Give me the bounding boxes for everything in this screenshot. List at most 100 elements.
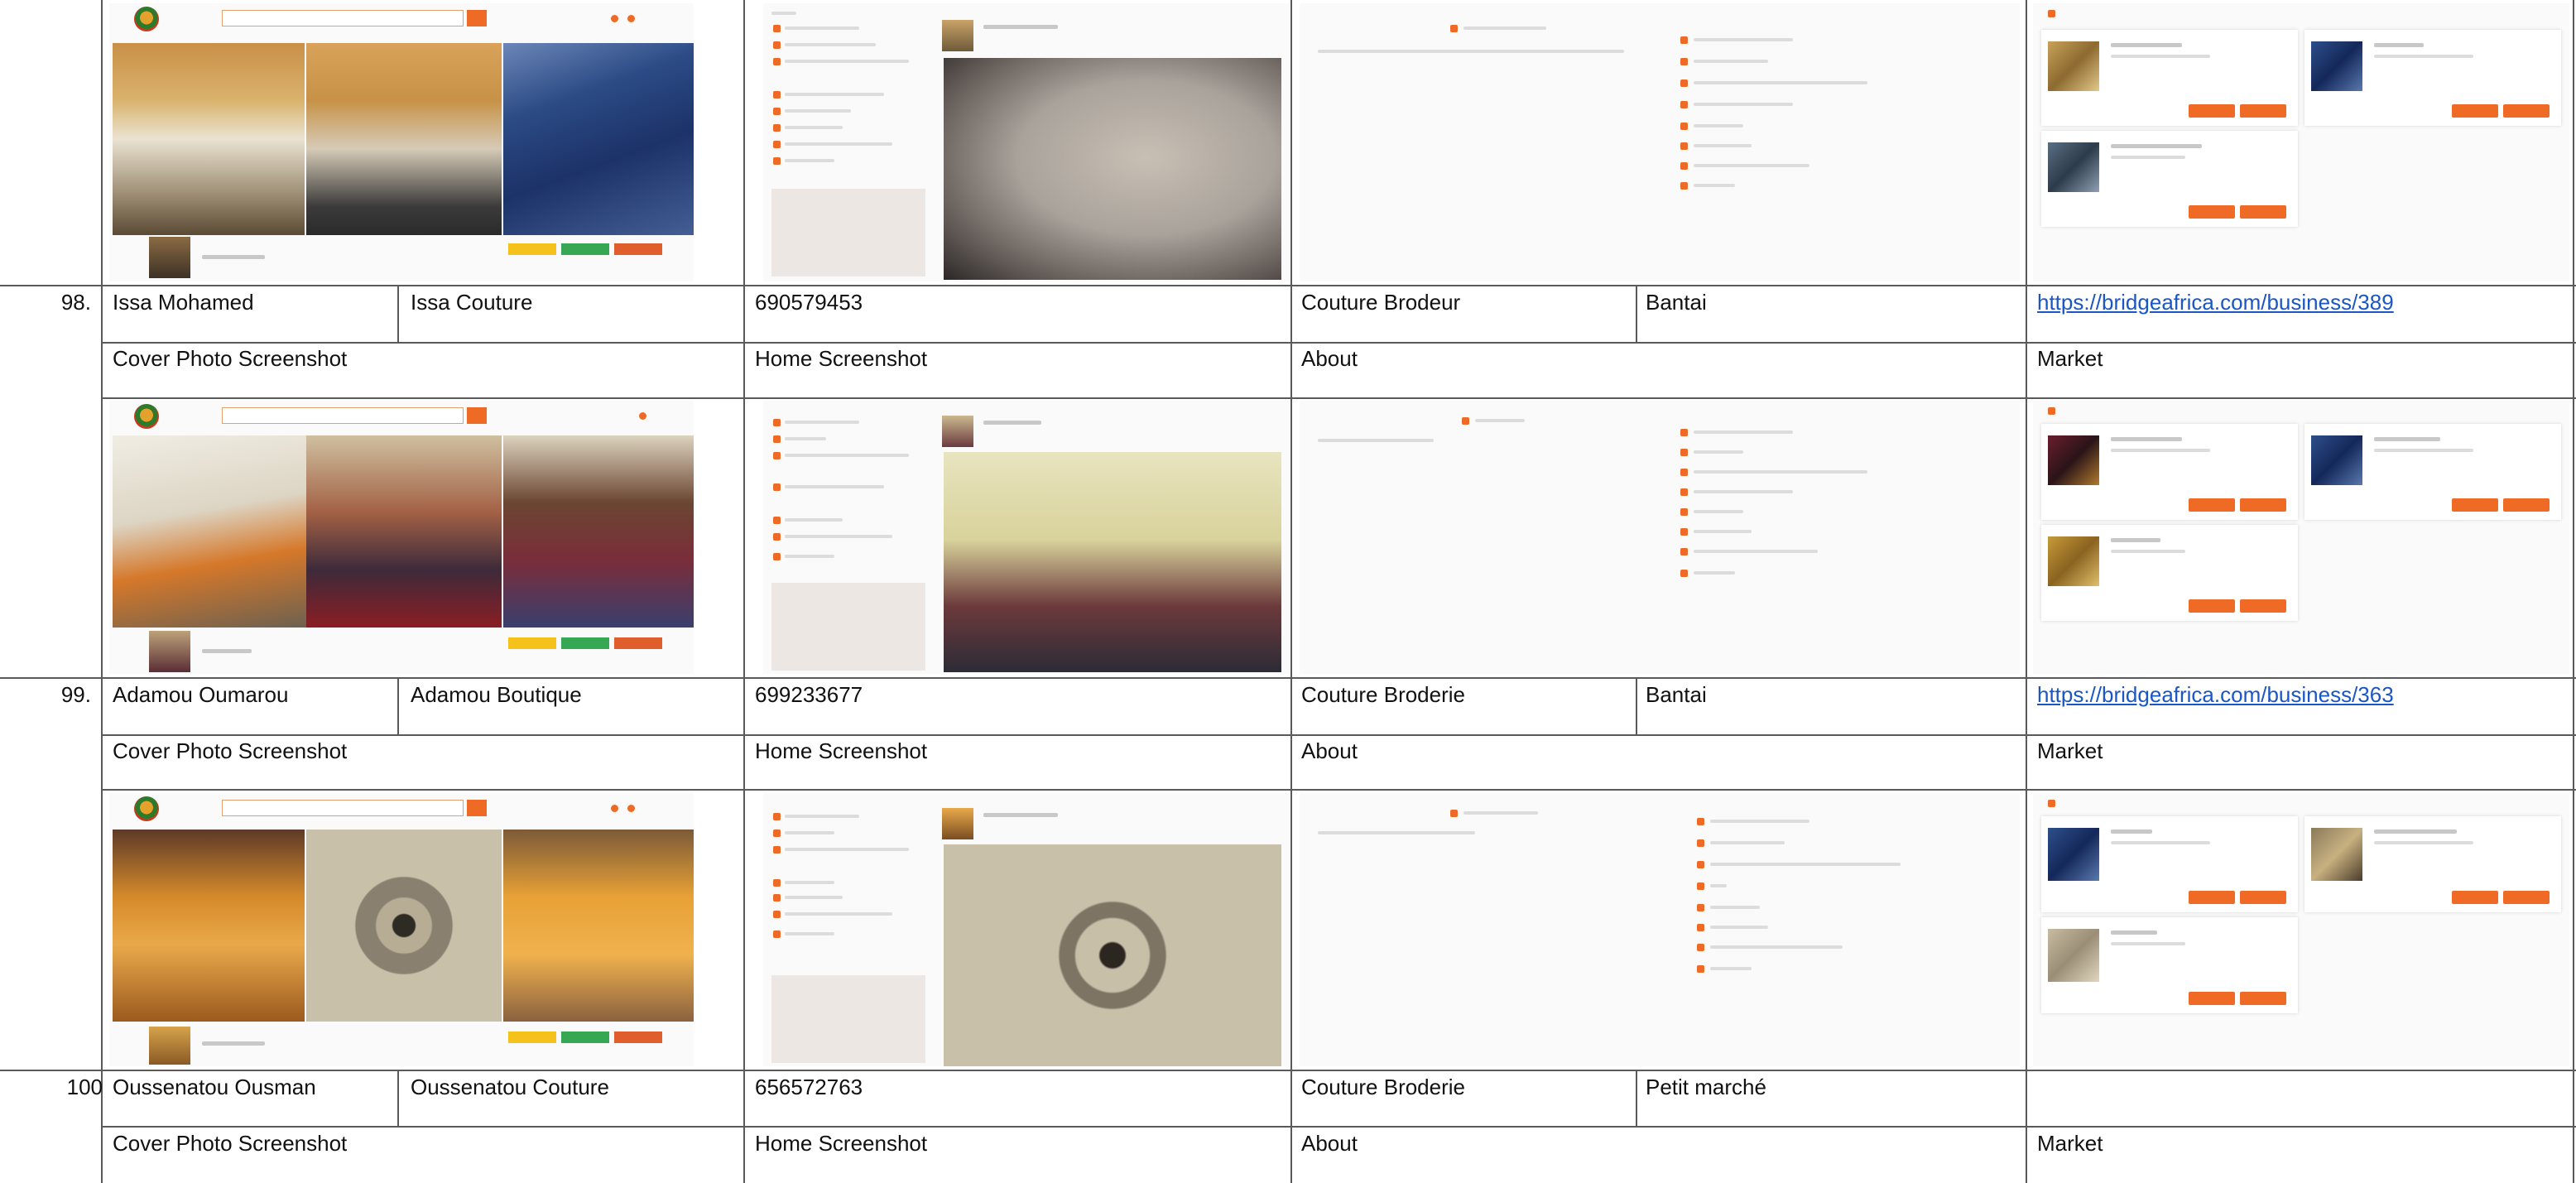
follow-button bbox=[508, 637, 556, 649]
col-divider bbox=[2026, 0, 2027, 1183]
profile-avatar bbox=[149, 631, 190, 672]
col-divider bbox=[2573, 0, 2574, 1183]
mail-icon bbox=[1680, 162, 1688, 170]
add-to-cart-button bbox=[2240, 205, 2286, 219]
market-screenshot bbox=[2033, 3, 2569, 281]
home-header: Home Screenshot bbox=[755, 1131, 928, 1156]
location-icon bbox=[1680, 469, 1688, 476]
post-image bbox=[944, 452, 1281, 672]
about-line bbox=[1710, 967, 1752, 970]
row-number: 98. bbox=[60, 290, 91, 315]
about-line bbox=[1463, 26, 1546, 30]
about-line bbox=[785, 815, 859, 818]
phone-icon bbox=[773, 894, 781, 902]
share-button bbox=[614, 637, 662, 649]
cover-header: Cover Photo Screenshot bbox=[113, 346, 348, 371]
post-author bbox=[983, 25, 1058, 29]
notification-icon bbox=[639, 412, 646, 420]
cover-photo-screenshot bbox=[109, 3, 694, 281]
about-line bbox=[1694, 470, 1867, 474]
about-line bbox=[785, 932, 834, 935]
phone-number: 690579453 bbox=[755, 290, 863, 315]
about-line bbox=[1710, 945, 1843, 949]
search-input bbox=[222, 407, 464, 424]
add-to-cart-button bbox=[2503, 104, 2550, 118]
profile-name bbox=[202, 255, 265, 259]
follow-button bbox=[508, 243, 556, 255]
product-title bbox=[2111, 437, 2182, 441]
about-line bbox=[1710, 863, 1901, 866]
product-thumb bbox=[2048, 929, 2099, 982]
info-icon bbox=[1680, 449, 1688, 456]
post-avatar bbox=[942, 416, 973, 447]
about-line bbox=[1694, 184, 1735, 187]
link-icon bbox=[1697, 882, 1704, 890]
about-line bbox=[1318, 439, 1434, 442]
product-thumb bbox=[2311, 41, 2362, 91]
market-header: Market bbox=[2037, 346, 2103, 371]
market-screenshot bbox=[2033, 401, 2569, 674]
logo-icon bbox=[134, 7, 159, 31]
product-thumb bbox=[2048, 828, 2099, 881]
about-line bbox=[1694, 164, 1809, 167]
search-icon bbox=[467, 10, 487, 26]
info-icon bbox=[773, 435, 781, 443]
product-thumb bbox=[2048, 41, 2099, 91]
product-card bbox=[2041, 30, 2298, 126]
product-desc bbox=[2374, 55, 2473, 58]
about-line bbox=[1318, 50, 1624, 53]
about-line bbox=[785, 60, 909, 63]
cover-photo bbox=[113, 43, 305, 235]
info-icon bbox=[773, 483, 781, 491]
map-placeholder bbox=[771, 583, 925, 671]
cover-photo bbox=[306, 435, 502, 628]
info-icon bbox=[773, 108, 781, 115]
info-icon bbox=[773, 91, 781, 99]
message-icon bbox=[627, 805, 635, 812]
post-image bbox=[944, 58, 1281, 280]
home-screenshot bbox=[763, 793, 1290, 1066]
about-line bbox=[785, 142, 892, 146]
about-header: About bbox=[1301, 346, 1358, 371]
business-location: Petit marché bbox=[1646, 1075, 1766, 1099]
business-url-link[interactable]: https://bridgeafrica.com/business/389 bbox=[2037, 290, 2394, 315]
home-header: Home Screenshot bbox=[755, 738, 928, 763]
location-icon bbox=[773, 846, 781, 854]
business-name: Oussenatou Couture bbox=[411, 1075, 609, 1099]
about-screenshot bbox=[1300, 3, 2020, 281]
post-image bbox=[944, 844, 1281, 1066]
info-icon bbox=[773, 41, 781, 49]
about-line bbox=[785, 109, 851, 113]
row-divider bbox=[0, 285, 103, 286]
mail-icon bbox=[1680, 548, 1688, 555]
notification-icon bbox=[611, 15, 618, 22]
about-line bbox=[785, 912, 892, 916]
link-icon bbox=[1680, 101, 1688, 108]
row-divider bbox=[101, 285, 2576, 286]
buy-button bbox=[2189, 104, 2235, 118]
search-input bbox=[222, 10, 464, 26]
buy-button bbox=[2189, 205, 2235, 219]
about-line bbox=[785, 848, 909, 851]
about-line bbox=[1694, 530, 1752, 533]
row-divider bbox=[0, 677, 2576, 679]
business-name: Issa Couture bbox=[411, 290, 533, 315]
buy-button bbox=[2189, 891, 2235, 904]
home-screenshot bbox=[763, 3, 1290, 281]
product-thumb bbox=[2048, 435, 2099, 485]
col-divider bbox=[1636, 677, 1637, 735]
about-line bbox=[1710, 820, 1809, 823]
about-line bbox=[785, 896, 843, 899]
info-icon bbox=[1680, 58, 1688, 65]
product-desc bbox=[2374, 841, 2473, 844]
col-divider bbox=[1636, 1070, 1637, 1128]
about-line bbox=[1694, 430, 1793, 434]
product-card bbox=[2041, 424, 2298, 520]
logo-icon bbox=[134, 796, 159, 821]
info-icon bbox=[1697, 904, 1704, 911]
business-url-link[interactable]: https://bridgeafrica.com/business/363 bbox=[2037, 682, 2394, 707]
about-line bbox=[785, 831, 834, 834]
cover-photo-screenshot bbox=[109, 401, 694, 674]
buy-button bbox=[2189, 599, 2235, 613]
phone-icon bbox=[773, 124, 781, 132]
